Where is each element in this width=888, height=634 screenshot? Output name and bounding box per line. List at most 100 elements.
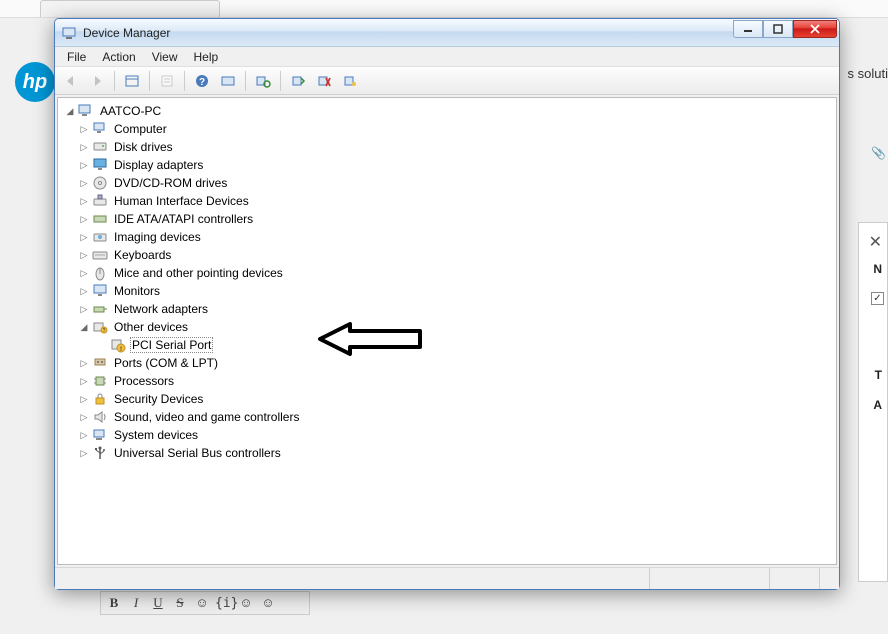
expand-icon[interactable]: ▷ <box>78 231 90 243</box>
expand-icon[interactable]: ▷ <box>78 159 90 171</box>
toolbar-separator <box>114 71 115 91</box>
expander-blank <box>96 339 108 351</box>
tree-item-display-adapters[interactable]: ▷ Display adapters <box>78 156 834 174</box>
expand-icon[interactable]: ▷ <box>78 411 90 423</box>
bold-icon[interactable]: B <box>105 595 123 611</box>
toolbar-separator <box>245 71 246 91</box>
titlebar[interactable]: Device Manager <box>55 19 839 47</box>
tree-item-processors[interactable]: ▷ Processors <box>78 372 834 390</box>
menu-action[interactable]: Action <box>94 48 143 66</box>
tree-label: Security Devices <box>112 391 205 407</box>
tree-label: Human Interface Devices <box>112 193 251 209</box>
expand-icon[interactable]: ▷ <box>78 393 90 405</box>
checkbox[interactable]: ✓ <box>871 292 884 305</box>
back-button <box>59 70 83 92</box>
paperclip-icon: 📎 <box>871 146 886 160</box>
update-driver-button[interactable] <box>286 70 310 92</box>
expand-icon[interactable]: ▷ <box>78 303 90 315</box>
editor-toolbar: B I U S ☺ {i} ☺ ☺ <box>100 591 310 615</box>
expand-icon[interactable]: ▷ <box>78 375 90 387</box>
tree-label: Mice and other pointing devices <box>112 265 285 281</box>
tree-item-dvd[interactable]: ▷ DVD/CD-ROM drives <box>78 174 834 192</box>
tree-label: Display adapters <box>112 157 205 173</box>
emoji-icon[interactable]: ☺ <box>259 595 277 611</box>
underline-icon[interactable]: U <box>149 595 167 611</box>
panel-letter: T <box>875 368 882 382</box>
expand-icon[interactable]: ▷ <box>78 141 90 153</box>
tree-item-system[interactable]: ▷ System devices <box>78 426 834 444</box>
tree-item-other-devices[interactable]: ◢ ? Other devices <box>78 318 834 336</box>
tree-item-network[interactable]: ▷ Network adapters <box>78 300 834 318</box>
computer-icon <box>78 103 94 119</box>
expand-icon[interactable]: ▷ <box>78 249 90 261</box>
tree-item-ports[interactable]: ▷ Ports (COM & LPT) <box>78 354 834 372</box>
menu-file[interactable]: File <box>59 48 94 66</box>
tree-item-monitors[interactable]: ▷ Monitors <box>78 282 834 300</box>
browser-tab <box>40 0 220 17</box>
italic-icon[interactable]: I <box>127 595 145 611</box>
tree-root[interactable]: ◢ AATCO-PC <box>60 102 834 120</box>
toolbar-button[interactable] <box>338 70 362 92</box>
usb-icon <box>92 445 108 461</box>
tree-item-sound[interactable]: ▷ Sound, video and game controllers <box>78 408 834 426</box>
expand-icon[interactable]: ▷ <box>78 357 90 369</box>
tree-item-disk-drives[interactable]: ▷ Disk drives <box>78 138 834 156</box>
emoji-icon[interactable]: ☺ <box>193 595 211 611</box>
close-icon[interactable]: ✕ <box>869 232 882 252</box>
emoji-icon[interactable]: ☺ <box>237 595 255 611</box>
device-manager-icon <box>61 25 77 41</box>
minimize-button[interactable] <box>733 20 763 38</box>
system-icon <box>92 427 108 443</box>
expand-icon[interactable]: ▷ <box>78 195 90 207</box>
tree-item-keyboards[interactable]: ▷ Keyboards <box>78 246 834 264</box>
panel-letter: A <box>873 398 882 412</box>
close-button[interactable] <box>793 20 837 38</box>
other-devices-icon: ? <box>92 319 108 335</box>
tree-label: Network adapters <box>112 301 210 317</box>
svg-text:?: ? <box>199 77 205 88</box>
expand-icon[interactable]: ▷ <box>78 285 90 297</box>
hid-icon <box>92 193 108 209</box>
tree-item-hid[interactable]: ▷ Human Interface Devices <box>78 192 834 210</box>
unknown-device-icon: ! <box>110 337 126 353</box>
tree-item-usb[interactable]: ▷ Universal Serial Bus controllers <box>78 444 834 462</box>
tree-pane[interactable]: ◢ AATCO-PC ▷ Computer ▷ Disk drives ▷ <box>57 97 837 565</box>
keyboard-icon <box>92 247 108 263</box>
expand-icon[interactable]: ▷ <box>78 123 90 135</box>
maximize-button[interactable] <box>763 20 793 38</box>
expand-icon[interactable]: ▷ <box>78 177 90 189</box>
toolbar-separator <box>149 71 150 91</box>
tree-item-security[interactable]: ▷ Security Devices <box>78 390 834 408</box>
tree-item-computer[interactable]: ▷ Computer <box>78 120 834 138</box>
statusbar <box>55 567 839 589</box>
tree-item-ide[interactable]: ▷ IDE ATA/ATAPI controllers <box>78 210 834 228</box>
tree-label: PCI Serial Port <box>130 337 213 353</box>
expand-icon[interactable]: ▷ <box>78 213 90 225</box>
tree-label: Keyboards <box>112 247 173 263</box>
toolbar-button[interactable] <box>216 70 240 92</box>
collapse-icon[interactable]: ◢ <box>78 321 90 333</box>
scan-hardware-button[interactable] <box>251 70 275 92</box>
tree-item-imaging[interactable]: ▷ Imaging devices <box>78 228 834 246</box>
port-icon <box>92 355 108 371</box>
tree-item-mice[interactable]: ▷ Mice and other pointing devices <box>78 264 834 282</box>
tree-item-pci-serial-port[interactable]: ! PCI Serial Port <box>96 336 834 354</box>
uninstall-button[interactable] <box>312 70 336 92</box>
controller-icon <box>92 211 108 227</box>
expand-icon[interactable]: ▷ <box>78 429 90 441</box>
tree-label: DVD/CD-ROM drives <box>112 175 229 191</box>
hp-logo: hp <box>15 62 55 102</box>
expand-icon[interactable]: ▷ <box>78 447 90 459</box>
strike-icon[interactable]: S <box>171 595 189 611</box>
menu-help[interactable]: Help <box>186 48 227 66</box>
tree-label: Disk drives <box>112 139 175 155</box>
show-hide-tree-button[interactable] <box>120 70 144 92</box>
camera-icon <box>92 229 108 245</box>
collapse-icon[interactable]: ◢ <box>64 105 76 117</box>
help-button[interactable]: ? <box>190 70 214 92</box>
expand-icon[interactable]: ▷ <box>78 267 90 279</box>
code-icon[interactable]: {i} <box>215 596 233 611</box>
tree-label: Sound, video and game controllers <box>112 409 301 425</box>
menu-view[interactable]: View <box>144 48 186 66</box>
menubar: File Action View Help <box>55 47 839 67</box>
